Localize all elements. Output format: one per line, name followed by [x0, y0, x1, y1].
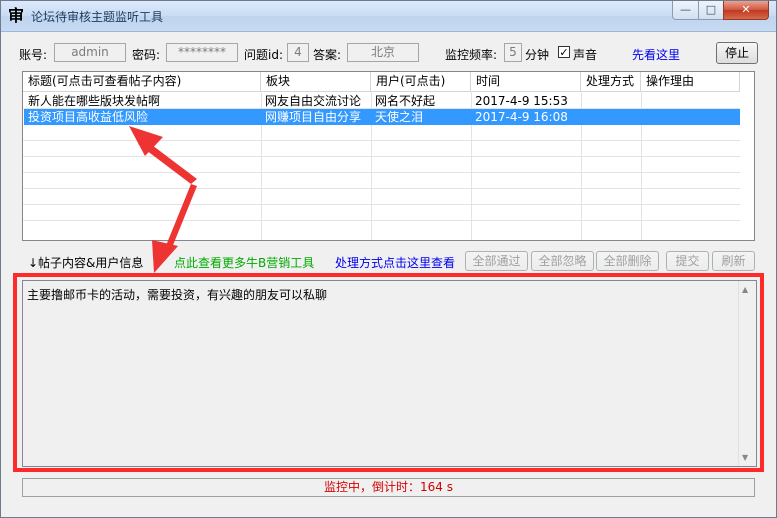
main-window: 审 论坛待审核主题监听工具 — □ ✕ 账号: admin 密码: ******…: [0, 0, 777, 518]
annotation-arrows: [129, 126, 197, 273]
arrow-down-head: [152, 240, 178, 273]
